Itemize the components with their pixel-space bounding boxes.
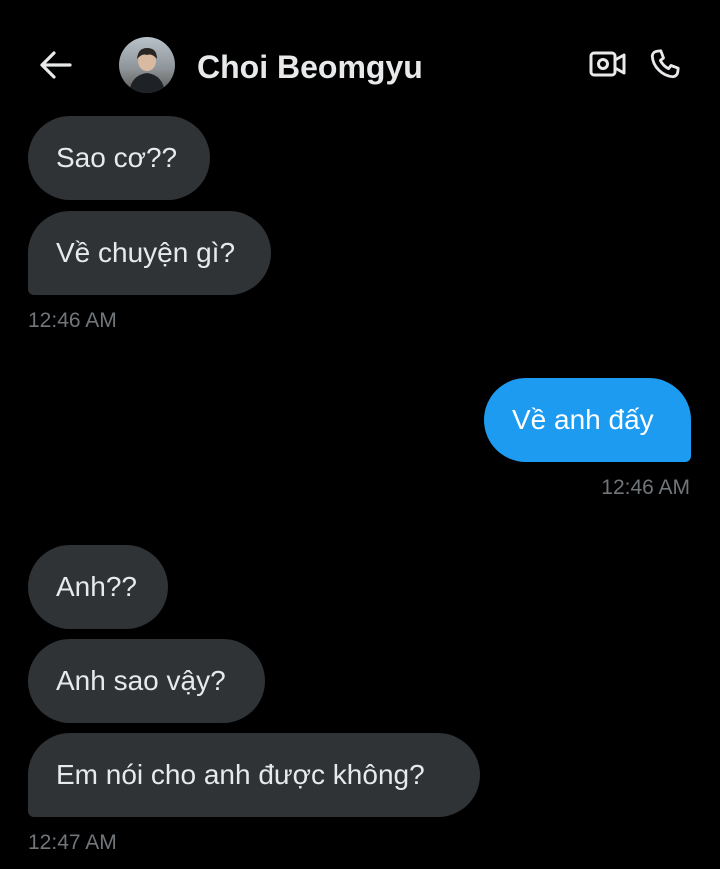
avatar[interactable] [119, 37, 175, 93]
message-timestamp: 12:46 AM [601, 476, 690, 499]
message-timestamp: 12:46 AM [28, 309, 117, 332]
contact-name[interactable]: Choi Beomgyu [197, 48, 423, 86]
video-call-button[interactable] [586, 44, 630, 84]
message-bubble-incoming[interactable]: Sao cơ?? [28, 116, 210, 200]
profile-photo [119, 37, 175, 93]
message-timestamp: 12:47 AM [28, 831, 117, 854]
message-bubble-incoming[interactable]: Anh?? [28, 545, 168, 629]
message-bubble-incoming[interactable]: Về chuyện gì? [28, 211, 271, 295]
message-bubble-incoming[interactable]: Anh sao vậy? [28, 639, 265, 723]
message-bubble-outgoing[interactable]: Về anh đấy [484, 378, 691, 462]
back-button[interactable] [36, 45, 76, 85]
message-bubble-incoming[interactable]: Em nói cho anh được không? [28, 733, 480, 817]
video-camera-icon [589, 51, 626, 77]
chat-header: Choi Beomgyu [0, 0, 720, 112]
voice-call-button[interactable] [643, 42, 687, 86]
phone-icon [650, 49, 680, 79]
arrow-left-icon [40, 51, 72, 79]
